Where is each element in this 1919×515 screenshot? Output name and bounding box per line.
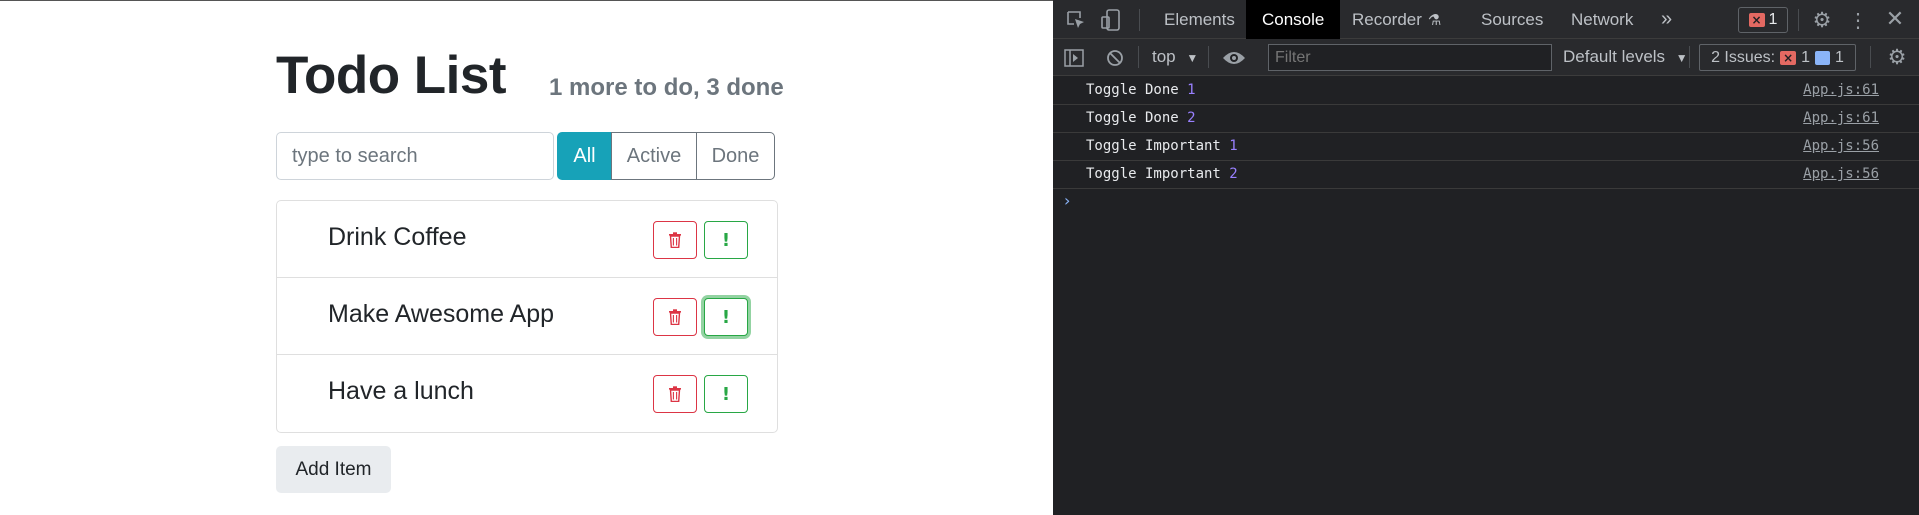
- log-message: Toggle Important 1: [1086, 138, 1238, 154]
- more-options-icon[interactable]: ⋮: [1848, 8, 1868, 32]
- console-toolbar: top ▼ Default levels ▼ 2 Issues: × 1 1 ⚙: [1053, 39, 1919, 76]
- separator: [1798, 9, 1799, 31]
- delete-button[interactable]: [653, 375, 697, 413]
- log-message: Toggle Done 2: [1086, 110, 1196, 126]
- delete-button[interactable]: [653, 221, 697, 259]
- delete-button[interactable]: [653, 298, 697, 336]
- separator: [1870, 46, 1871, 68]
- todo-app: Todo List 1 more to do, 3 done All Activ…: [0, 0, 1053, 515]
- exclamation-icon: !: [721, 229, 731, 251]
- devtools-panel: Elements Console Recorder ⚗ Sources Netw…: [1053, 0, 1919, 515]
- todo-item-label[interactable]: Have a lunch: [328, 377, 474, 406]
- separator: [1208, 46, 1209, 68]
- page-title: Todo List: [276, 46, 507, 105]
- live-expression-eye-icon[interactable]: [1221, 47, 1247, 69]
- todo-counter: 1 more to do, 3 done: [549, 74, 784, 101]
- separator: [1138, 46, 1139, 68]
- console-log-row: Toggle Important 2 App.js:56: [1053, 161, 1919, 189]
- important-button[interactable]: !: [704, 221, 748, 259]
- context-selector[interactable]: top ▼: [1152, 47, 1198, 67]
- filter-active-button[interactable]: Active: [611, 132, 697, 180]
- issues-label: 2 Issues:: [1711, 48, 1776, 66]
- todo-item-label[interactable]: Make Awesome App: [328, 300, 554, 329]
- error-icon: ×: [1780, 50, 1797, 65]
- settings-gear-icon[interactable]: ⚙: [1810, 8, 1834, 32]
- device-toolbar-icon[interactable]: [1099, 8, 1123, 32]
- issues-error-count: 1: [1801, 48, 1811, 66]
- issues-message-count: 1: [1835, 48, 1844, 66]
- list-item: Make Awesome App !: [277, 278, 777, 355]
- log-source-link[interactable]: App.js:56: [1803, 138, 1879, 154]
- tab-recorder-label: Recorder: [1352, 9, 1422, 29]
- clear-console-icon[interactable]: [1104, 47, 1126, 69]
- console-log-row: Toggle Done 2 App.js:61: [1053, 105, 1919, 133]
- trash-icon: [669, 386, 681, 402]
- important-button[interactable]: !: [704, 375, 748, 413]
- more-tabs-icon[interactable]: »: [1661, 0, 1672, 39]
- tab-console[interactable]: Console: [1246, 0, 1341, 39]
- tab-recorder[interactable]: Recorder ⚗: [1352, 0, 1441, 39]
- sidebar-toggle-icon[interactable]: [1063, 47, 1085, 69]
- close-icon[interactable]: ✕: [1883, 6, 1907, 31]
- exclamation-icon: !: [721, 383, 731, 405]
- log-source-link[interactable]: App.js:56: [1803, 166, 1879, 182]
- separator: [1689, 46, 1690, 68]
- log-source-link[interactable]: App.js:61: [1803, 110, 1879, 126]
- log-levels-dropdown[interactable]: Default levels ▼: [1563, 47, 1688, 67]
- log-message: Toggle Important 2: [1086, 166, 1238, 182]
- add-item-button[interactable]: Add Item: [276, 446, 391, 493]
- trash-icon: [669, 232, 681, 248]
- flask-icon: ⚗: [1427, 11, 1442, 29]
- message-icon: [1815, 50, 1831, 65]
- filter-done-button[interactable]: Done: [696, 132, 775, 180]
- inspect-element-icon[interactable]: [1064, 8, 1088, 32]
- todo-list: Drink Coffee ! Make Awesome App ! Have a…: [276, 200, 778, 433]
- search-input[interactable]: [276, 132, 554, 180]
- console-filter-input[interactable]: [1268, 44, 1552, 71]
- dropdown-arrow-icon: ▼: [1675, 51, 1688, 65]
- devtools-tabbar: Elements Console Recorder ⚗ Sources Netw…: [1053, 0, 1919, 39]
- tab-sources[interactable]: Sources: [1481, 0, 1543, 39]
- console-settings-gear-icon[interactable]: ⚙: [1885, 45, 1909, 69]
- context-value: top: [1152, 47, 1176, 66]
- issues-button[interactable]: 2 Issues: × 1 1: [1699, 44, 1856, 71]
- tab-elements[interactable]: Elements: [1164, 0, 1235, 39]
- filter-all-button[interactable]: All: [557, 132, 612, 180]
- error-count-badge[interactable]: × 1: [1738, 7, 1788, 33]
- trash-icon: [669, 309, 681, 325]
- separator: [1139, 9, 1140, 31]
- todo-item-label[interactable]: Drink Coffee: [328, 223, 467, 252]
- error-icon: ×: [1748, 13, 1765, 27]
- error-count: 1: [1768, 11, 1778, 28]
- status-filter: All Active Done: [557, 132, 775, 180]
- console-log-row: Toggle Important 1 App.js:56: [1053, 133, 1919, 161]
- log-source-link[interactable]: App.js:61: [1803, 82, 1879, 98]
- exclamation-icon: !: [721, 306, 731, 328]
- log-message: Toggle Done 1: [1086, 82, 1196, 98]
- important-button[interactable]: !: [704, 298, 748, 336]
- log-levels-label: Default levels: [1563, 47, 1666, 66]
- console-prompt-icon[interactable]: ›: [1064, 191, 1070, 210]
- list-item: Drink Coffee !: [277, 201, 777, 278]
- dropdown-arrow-icon: ▼: [1186, 51, 1199, 65]
- list-item: Have a lunch !: [277, 355, 777, 432]
- console-log-row: Toggle Done 1 App.js:61: [1053, 77, 1919, 105]
- tab-network[interactable]: Network: [1571, 0, 1633, 39]
